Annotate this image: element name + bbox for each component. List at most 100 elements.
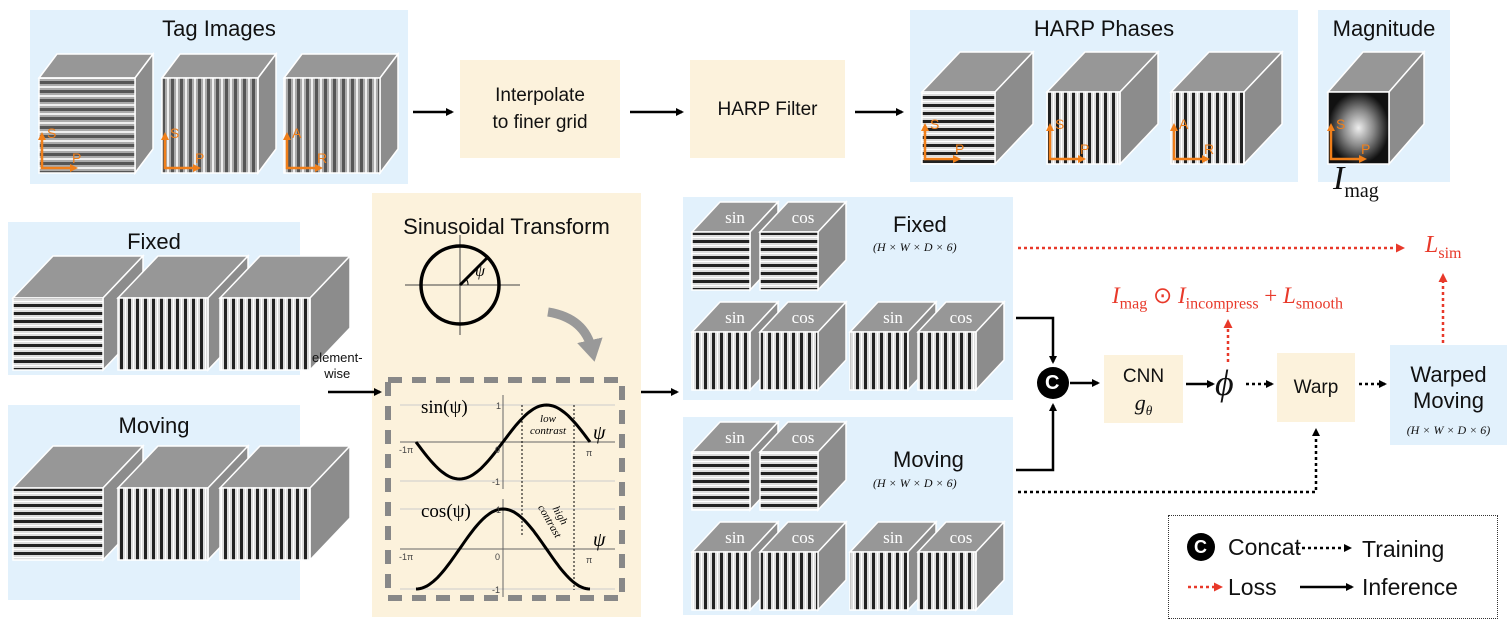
arrow-moving-to-warp — [1018, 428, 1320, 494]
interpolate-line1: Interpolate — [495, 85, 585, 106]
tick-label-zero: 0 — [495, 552, 500, 562]
cube-front-image — [917, 331, 977, 391]
cube-top-face — [282, 53, 400, 79]
reg-l: L — [1283, 283, 1296, 308]
cube-channel-label: sin — [725, 428, 745, 447]
tick-label-neg-pi: -1π — [399, 445, 413, 455]
cube-front-image — [691, 451, 751, 511]
high-contrast-label: highcontrast — [535, 503, 570, 541]
cube-top-face — [37, 53, 155, 79]
image-volumes: SPSPARSPSPARSPsin cossin cos sin cossin cossi… — [11, 50, 1426, 612]
arrow-fixed-to-concat — [1016, 316, 1057, 364]
cnn-text: CNN — [1122, 366, 1165, 387]
sin-plot: -1π 0 π 1 -1 sin(ψ) ψ — [399, 395, 615, 489]
legend-training-label: Training — [1362, 536, 1445, 562]
axis-label-vertical: S — [1055, 116, 1064, 132]
diagram: S P S P A R S P S P A R S Psin cos sin cos sin cos sin cos si… — [0, 0, 1508, 625]
cube-channel-label: sin — [883, 308, 903, 327]
psi-axis-label: ψ — [593, 422, 606, 444]
tick-label-neg-pi: -1π — [399, 552, 413, 562]
tick-label-zero: 0 — [495, 445, 500, 455]
function-label: sin(ψ) — [421, 397, 468, 418]
axis-label-vertical: S — [930, 116, 939, 132]
moving-input-title: Moving — [118, 413, 190, 438]
legend-concat-glyph: C — [1194, 537, 1207, 557]
imag-symbol: I — [1333, 160, 1345, 197]
phi-symbol: ϕ — [1215, 363, 1234, 403]
harp-phases-title: HARP Phases — [1033, 16, 1175, 41]
axis-label-vertical: S — [47, 125, 56, 141]
reg-op: ⊙ — [1152, 283, 1173, 308]
transform-curved-arrow — [547, 307, 603, 362]
fixed-sincos-title: Fixed — [893, 212, 947, 237]
axis-label-vertical: S — [1336, 116, 1345, 132]
legend-inference-label: Inference — [1362, 574, 1458, 600]
reg-i2-sub: incompress — [1185, 295, 1259, 313]
magnitude-volume: SP — [1326, 50, 1426, 166]
warped-line1: Warped — [1410, 362, 1487, 387]
harp-phase-volume: SP — [1045, 50, 1160, 166]
cube-channel-label: sin — [725, 308, 745, 327]
unit-circle-graphic: ψ — [405, 235, 520, 335]
axis-label-horizontal: P — [72, 150, 81, 166]
function-label: cos(ψ) — [421, 501, 471, 522]
tick-label-pi: π — [586, 555, 592, 565]
cube-channel-label: sin — [725, 208, 745, 227]
cube-channel-label: cos — [792, 308, 815, 327]
cnn-param-sub: θ — [1145, 402, 1153, 418]
reg-plus: + — [1264, 283, 1278, 308]
lsim-label: Lsim — [1425, 232, 1461, 263]
cube-channel-label: sin — [725, 528, 745, 547]
regularization-loss-label: Imag ⊙ Iincompress + Lsmooth — [1112, 283, 1343, 314]
tick-label-minus-one: -1 — [492, 477, 500, 487]
cube-front-image — [117, 297, 209, 371]
moving-sincos-shape: (H × W × D × 6) — [873, 476, 957, 490]
axis-label-horizontal: R — [1204, 141, 1214, 157]
cube-front-image — [759, 551, 819, 611]
cube-channel-label: cos — [792, 208, 815, 227]
reg-l-sub: smooth — [1295, 295, 1343, 313]
warp-label: Warp — [1293, 377, 1339, 398]
interpolate-line2: to finer grid — [492, 112, 588, 133]
cube-front-image — [219, 487, 311, 561]
cnn-param: g — [1134, 390, 1146, 415]
tag-image-volume: AR — [282, 51, 400, 176]
arrow-moving-to-concat — [1016, 403, 1057, 472]
cube-channel-label: cos — [950, 308, 973, 327]
low-contrast-label-1: low — [540, 413, 557, 425]
warped-shape: (H × W × D × 6) — [1406, 423, 1491, 437]
axis-label-horizontal: P — [1361, 141, 1370, 157]
harp-filter-label: HARP Filter — [717, 99, 818, 120]
cube-channel-label: cos — [792, 528, 815, 547]
cnn-label: CNN gθ — [1104, 364, 1183, 424]
axis-label-horizontal: P — [955, 141, 964, 157]
cube-channel-label: cos — [950, 528, 973, 547]
fixed-input-title: Fixed — [127, 229, 181, 254]
tag-image-volume: SP — [37, 51, 155, 176]
tick-label-minus-one: -1 — [492, 585, 500, 595]
warped-moving-label: Warped Moving (H × W × D × 6) — [1390, 362, 1507, 443]
axis-label-vertical: A — [1179, 116, 1189, 132]
reg-i1-sub: mag — [1119, 295, 1148, 313]
tag-image-volume: SP — [160, 51, 278, 176]
warped-line2: Moving — [1413, 388, 1484, 413]
axis-label-vertical: A — [292, 125, 302, 141]
tag-images-title: Tag Images — [162, 16, 276, 41]
cube-front-image — [117, 487, 209, 561]
cube-front-image — [691, 551, 751, 611]
cube-front-image — [917, 551, 977, 611]
cube-front-image — [691, 231, 751, 291]
axis-label-horizontal: P — [1080, 141, 1089, 157]
concat-node-label: C — [1045, 372, 1060, 394]
cube-front-image — [219, 297, 311, 371]
cube-top-face — [160, 53, 278, 79]
low-contrast-label-2: contrast — [530, 425, 567, 437]
tick-label-one: 1 — [496, 505, 501, 515]
tick-label-one: 1 — [496, 401, 501, 411]
lsim-symbol: L — [1425, 232, 1439, 258]
cube-channel-label: sin — [883, 528, 903, 547]
reg-i1: I — [1112, 283, 1120, 308]
axis-label-vertical: S — [170, 125, 179, 141]
cube-front-image — [12, 297, 104, 371]
cube-front-image — [849, 331, 909, 391]
